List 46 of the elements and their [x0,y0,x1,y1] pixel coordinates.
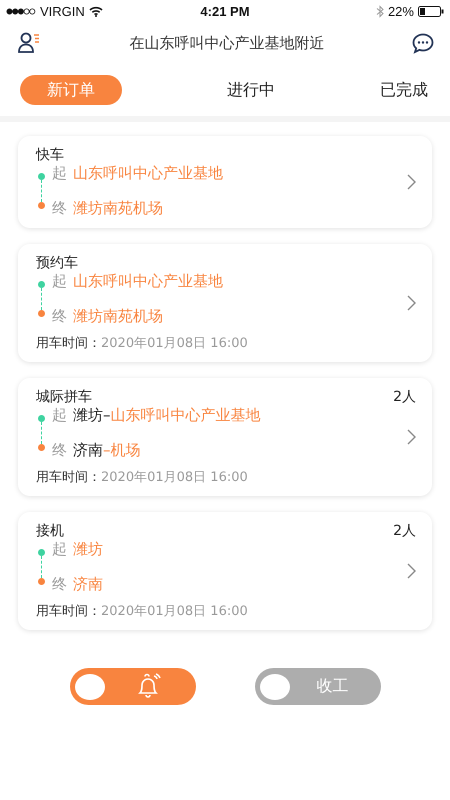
stop-address: 起 山东呼叫中心产业基地 [52,272,223,291]
ride-time: 用车时间：2020年01月08日 16:00 [36,469,249,486]
location-title: 在山东呼叫中心产业基地附近 [130,34,324,52]
bell-toggle[interactable] [70,668,196,705]
start-dot-icon [38,549,44,556]
order-tab[interactable]: 已完成 [380,75,428,105]
battery-icon [418,6,444,16]
stop-address: 起 潍坊–山东呼叫中心产业基地 [52,406,260,425]
order-card[interactable]: 预约车 起 山东呼叫中心产业基地 终 潍坊南苑机场 用车时间：2020年01月08日 16:00 [18,244,432,362]
start-dot-icon [38,415,44,422]
order-card[interactable]: 快车 起 山东呼叫中心产业基地 终 潍坊南苑机场 [18,136,432,228]
end-dot-icon [38,310,44,317]
battery-percent: 22% [388,4,414,18]
chat-icon[interactable] [412,32,434,54]
chevron-right-icon [407,174,416,190]
start-dot-icon [38,281,44,288]
stop-address: 终 济南–机场 [52,441,140,460]
ride-time: 用车时间：2020年01月08日 16:00 [36,603,249,620]
stop-address: 终 济南 [52,575,103,594]
chevron-right-icon [407,563,416,579]
chevron-right-icon [407,295,416,311]
order-type: 预约车 [36,254,78,272]
passenger-count: 2人 [393,522,416,540]
order-card[interactable]: 接机 2人 起 潍坊 终 济南 用车时间：2020年01月08日 16:00 [18,512,432,630]
order-type: 接机 [36,522,64,540]
ride-time: 用车时间：2020年01月08日 16:00 [36,335,249,352]
clock-time: 4:21 PM [200,4,250,18]
stop-address: 终 潍坊南苑机场 [52,307,163,326]
order-type: 城际拼车 [36,388,92,406]
order-type: 快车 [36,146,64,164]
stop-address: 起 山东呼叫中心产业基地 [52,164,223,183]
end-dot-icon [38,578,44,585]
bluetooth-icon [376,4,384,18]
end-dot-icon [38,202,44,209]
wifi-icon [88,6,103,16]
order-card[interactable]: 城际拼车 2人 起 潍坊–山东呼叫中心产业基地 终 济南–机场 用车时间：2020年01月08日 16:00 [18,378,432,496]
signal-icon [6,8,36,14]
start-dot-icon [38,173,44,180]
passenger-count: 2人 [393,388,416,406]
stop-address: 起 潍坊 [52,540,103,559]
user-list-icon[interactable] [18,32,42,54]
carrier-name: VIRGIN [40,4,85,18]
order-tab[interactable]: 进行中 [227,75,275,105]
chevron-right-icon [407,429,416,445]
end-dot-icon [38,444,44,451]
stop-address: 终 潍坊南苑机场 [52,199,163,218]
